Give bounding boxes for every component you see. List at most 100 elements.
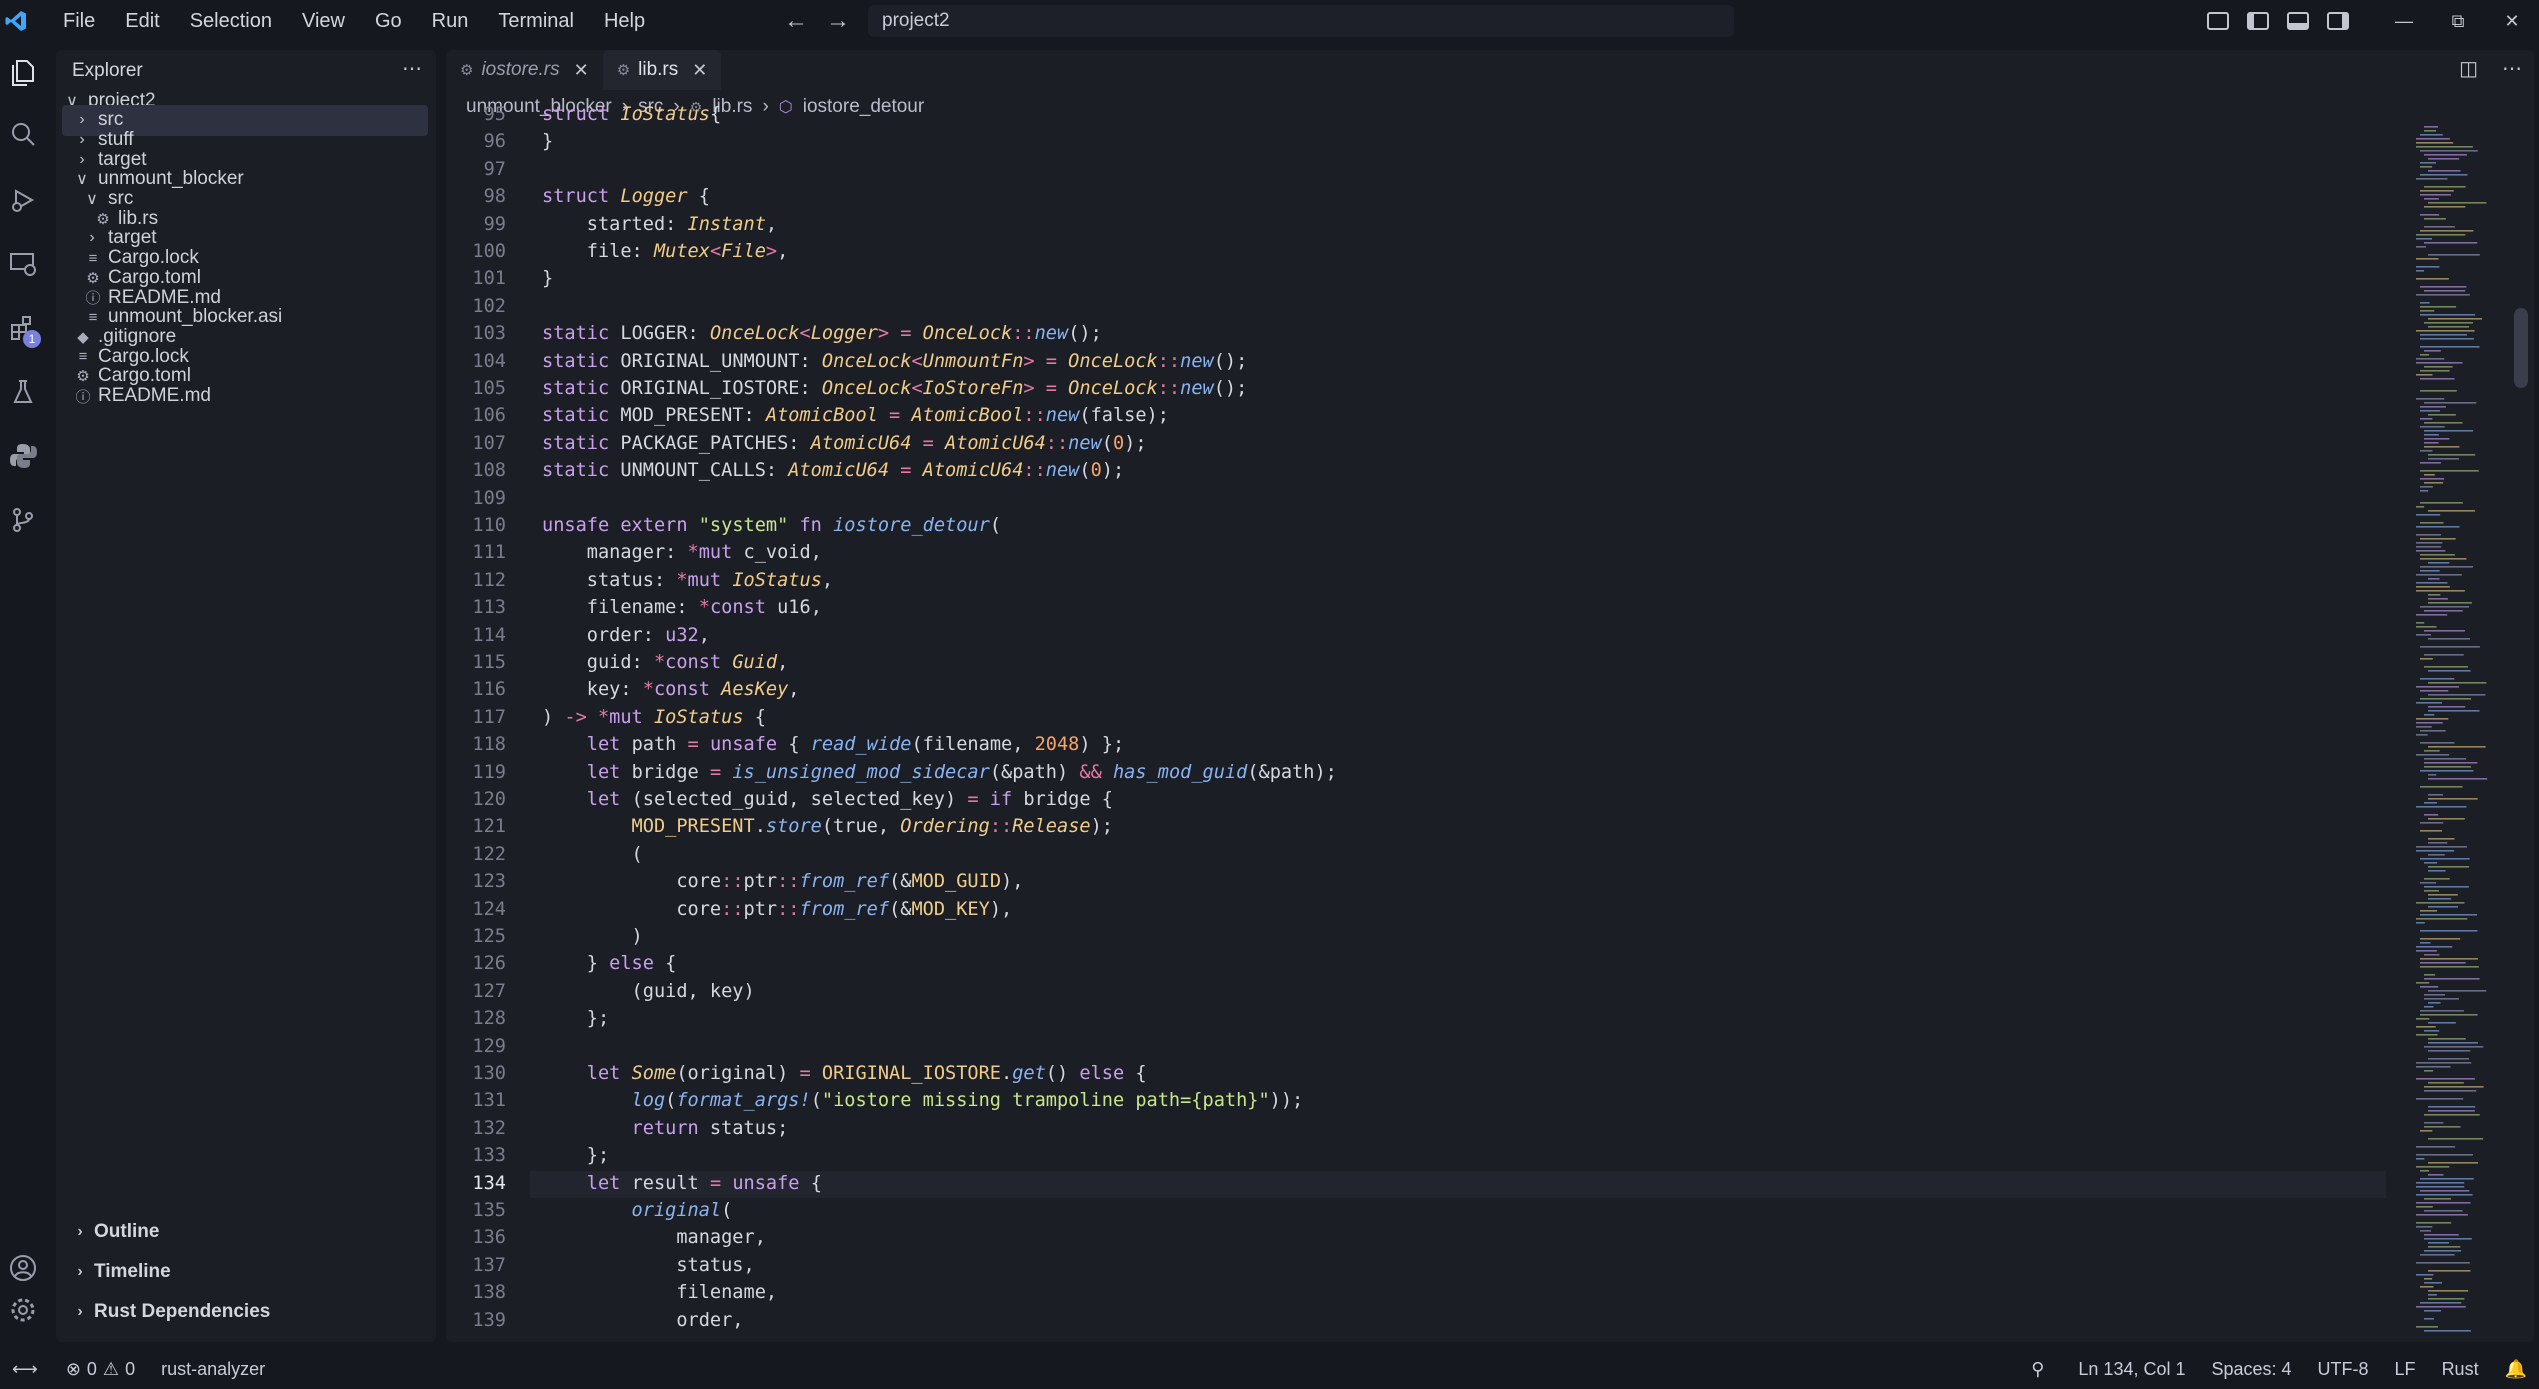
toggle-secondary-sidebar-icon[interactable] bbox=[2327, 12, 2349, 30]
indentation[interactable]: Spaces: 4 bbox=[2211, 1359, 2291, 1380]
editor-more-actions-icon[interactable]: ⋯ bbox=[2502, 56, 2522, 81]
minimize-icon[interactable]: — bbox=[2377, 11, 2431, 32]
minimap-line bbox=[2424, 802, 2437, 804]
line-number: 134 bbox=[472, 1172, 506, 1194]
command-center[interactable]: project2 bbox=[868, 5, 1734, 37]
code-line: let (selected_guid, selected_key) = if b… bbox=[542, 789, 1113, 810]
more-actions-icon[interactable]: ⋯ bbox=[402, 56, 422, 81]
timeline-section[interactable]: › Timeline bbox=[56, 1254, 436, 1290]
outline-section[interactable]: › Outline bbox=[56, 1214, 436, 1250]
rust-file-icon: ⚙ bbox=[616, 62, 631, 79]
manage-gear-icon[interactable] bbox=[0, 1288, 46, 1332]
minimap-line bbox=[2424, 714, 2435, 716]
back-arrow-icon[interactable]: ← bbox=[784, 7, 808, 35]
editor-actions: ◫ ⋯ bbox=[2459, 56, 2522, 81]
close-tab-icon[interactable]: ✕ bbox=[692, 60, 707, 81]
minimap-line bbox=[2428, 866, 2470, 868]
breadcrumb-item[interactable]: iostore_detour bbox=[803, 96, 924, 118]
minimap-line bbox=[2428, 670, 2471, 672]
end-of-line[interactable]: LF bbox=[2395, 1359, 2416, 1380]
minimap-line bbox=[2428, 706, 2466, 708]
explorer-icon[interactable] bbox=[0, 50, 46, 94]
minimap-line bbox=[2420, 334, 2468, 336]
accounts-icon[interactable] bbox=[0, 1246, 46, 1290]
language-server-status[interactable]: rust-analyzer bbox=[161, 1359, 265, 1380]
remote-explorer-icon[interactable] bbox=[0, 242, 46, 286]
minimap-line bbox=[2428, 1110, 2475, 1112]
minimap-line bbox=[2420, 354, 2430, 356]
minimap-line bbox=[2428, 254, 2480, 256]
language-mode[interactable]: Rust bbox=[2442, 1359, 2479, 1380]
close-tab-icon[interactable]: ✕ bbox=[574, 60, 589, 81]
remote-indicator-icon[interactable]: ⟷ bbox=[12, 1359, 38, 1380]
menu-edit[interactable]: Edit bbox=[110, 0, 174, 42]
menu-selection[interactable]: Selection bbox=[175, 0, 287, 42]
minimap-line bbox=[2416, 1262, 2470, 1264]
vertical-scrollbar[interactable] bbox=[2514, 308, 2528, 388]
customize-layout-icon[interactable] bbox=[2207, 12, 2229, 30]
forward-arrow-icon[interactable]: → bbox=[826, 7, 850, 35]
minimap-line bbox=[2416, 1214, 2468, 1216]
minimap-line bbox=[2424, 954, 2440, 956]
minimap-line bbox=[2424, 750, 2440, 752]
minimap-line bbox=[2420, 858, 2470, 860]
code-line: ) bbox=[542, 926, 643, 947]
menu-file[interactable]: File bbox=[48, 0, 110, 42]
minimap-line bbox=[2416, 146, 2473, 148]
minimap-line bbox=[2428, 1022, 2456, 1024]
error-icon: ⊗ bbox=[65, 1359, 81, 1379]
status-bar-right: ⚲ Ln 134, Col 1 Spaces: 4 UTF-8 LF Rust … bbox=[2031, 1350, 2539, 1389]
minimap-line bbox=[2420, 786, 2463, 788]
minimap-line bbox=[2420, 966, 2479, 968]
testing-icon[interactable] bbox=[0, 370, 46, 414]
minimap-line bbox=[2424, 998, 2459, 1000]
menu-go[interactable]: Go bbox=[360, 0, 417, 42]
line-number: 126 bbox=[472, 953, 506, 975]
toggle-panel-icon[interactable] bbox=[2287, 12, 2309, 30]
line-number: 96 bbox=[483, 131, 506, 153]
minimap-line bbox=[2416, 542, 2443, 544]
minimap-line bbox=[2428, 778, 2488, 780]
minimap-line bbox=[2416, 1326, 2439, 1328]
menu-help[interactable]: Help bbox=[589, 0, 660, 42]
problems-indicator[interactable]: ⊗ 0 ⚠ 0 bbox=[66, 1359, 135, 1380]
tab-iostore-rs[interactable]: ⚙ iostore.rs ✕ bbox=[446, 50, 603, 90]
toggle-primary-sidebar-icon[interactable] bbox=[2247, 12, 2269, 30]
tab-lib-rs[interactable]: ⚙ lib.rs ✕ bbox=[602, 50, 722, 90]
minimap-line bbox=[2420, 830, 2443, 832]
minimap-line bbox=[2424, 482, 2444, 484]
python-icon[interactable] bbox=[0, 434, 46, 478]
encoding[interactable]: UTF-8 bbox=[2318, 1359, 2369, 1380]
minimap-line bbox=[2428, 458, 2459, 460]
menu-terminal[interactable]: Terminal bbox=[483, 0, 589, 42]
line-number: 128 bbox=[472, 1008, 506, 1030]
source-control-icon[interactable] bbox=[0, 498, 46, 542]
minimap-line bbox=[2420, 938, 2461, 940]
extensions-icon[interactable]: 1 bbox=[0, 306, 46, 350]
run-and-debug-icon[interactable] bbox=[0, 178, 46, 222]
minimap-line bbox=[2416, 734, 2428, 736]
zoom-icon[interactable]: ⚲ bbox=[2031, 1359, 2044, 1380]
maximize-icon[interactable]: ⧉ bbox=[2431, 11, 2485, 32]
minimap-line bbox=[2416, 582, 2448, 584]
menu-view[interactable]: View bbox=[287, 0, 360, 42]
close-window-icon[interactable]: ✕ bbox=[2485, 11, 2539, 32]
minimap[interactable] bbox=[2414, 122, 2510, 1342]
minimap-line bbox=[2416, 358, 2445, 360]
menu-run[interactable]: Run bbox=[417, 0, 484, 42]
minimap-line bbox=[2428, 578, 2440, 580]
tree-item-label: README.md bbox=[98, 385, 211, 406]
code-line: manager: *mut c_void, bbox=[542, 542, 822, 564]
cursor-position[interactable]: Ln 134, Col 1 bbox=[2078, 1359, 2185, 1380]
minimap-line bbox=[2416, 1182, 2465, 1184]
code-line: struct Logger { bbox=[542, 186, 710, 208]
split-editor-icon[interactable]: ◫ bbox=[2459, 56, 2478, 81]
search-icon[interactable] bbox=[0, 112, 46, 156]
rust-dependencies-section[interactable]: › Rust Dependencies bbox=[56, 1294, 436, 1330]
notifications-bell-icon[interactable]: 🔔 bbox=[2505, 1359, 2527, 1380]
tree-item[interactable]: ⓘ README.md bbox=[56, 381, 436, 412]
minimap-line bbox=[2420, 554, 2455, 556]
code-line: core::ptr::from_ref(&MOD_GUID), bbox=[542, 871, 1024, 893]
minimap-line bbox=[2424, 1198, 2452, 1200]
code-line: static ORIGINAL_UNMOUNT: OnceLock<Unmoun… bbox=[542, 350, 1248, 372]
